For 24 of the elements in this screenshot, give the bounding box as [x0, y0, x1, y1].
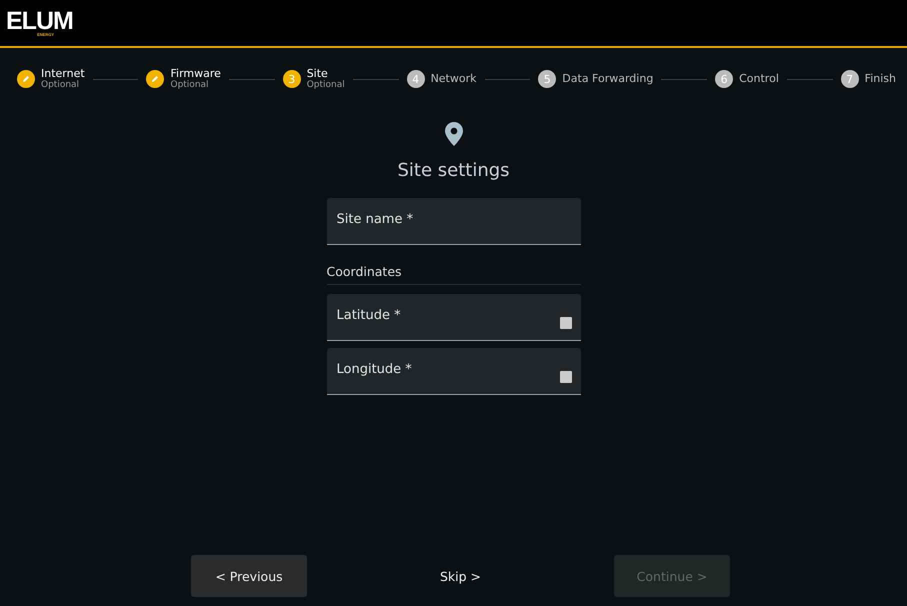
nav-button[interactable]: < Previous — [191, 555, 307, 597]
step-label: Finish — [864, 73, 896, 85]
step-label: Internet — [41, 68, 85, 80]
section-heading: Coordinates — [326, 252, 580, 285]
logo: ELUM — [6, 10, 73, 32]
step-number: 4 — [406, 70, 425, 88]
step-sublabel: Optional — [41, 80, 80, 90]
step-number: 3 — [282, 70, 301, 88]
skip-button[interactable]: Skip > — [402, 555, 518, 597]
input-field[interactable]: Latitude * — [326, 294, 580, 341]
step-label: Site — [306, 68, 329, 80]
step-number: 7 — [840, 70, 859, 88]
input-field[interactable]: Site name * — [326, 198, 580, 245]
step-number: 6 — [715, 70, 734, 88]
step-label: Data Forwarding — [562, 73, 654, 85]
form-title: Site settings — [397, 160, 510, 181]
input-field[interactable]: Longitude * — [326, 348, 580, 395]
step-sublabel: Optional — [170, 80, 210, 90]
step-label: Network — [430, 73, 476, 85]
step-number: 5 — [538, 70, 556, 88]
step-label: Control — [739, 73, 779, 85]
step-sublabel: Optional — [306, 80, 345, 90]
step-label: Firmware — [170, 68, 221, 80]
location-pin-icon — [444, 122, 462, 146]
